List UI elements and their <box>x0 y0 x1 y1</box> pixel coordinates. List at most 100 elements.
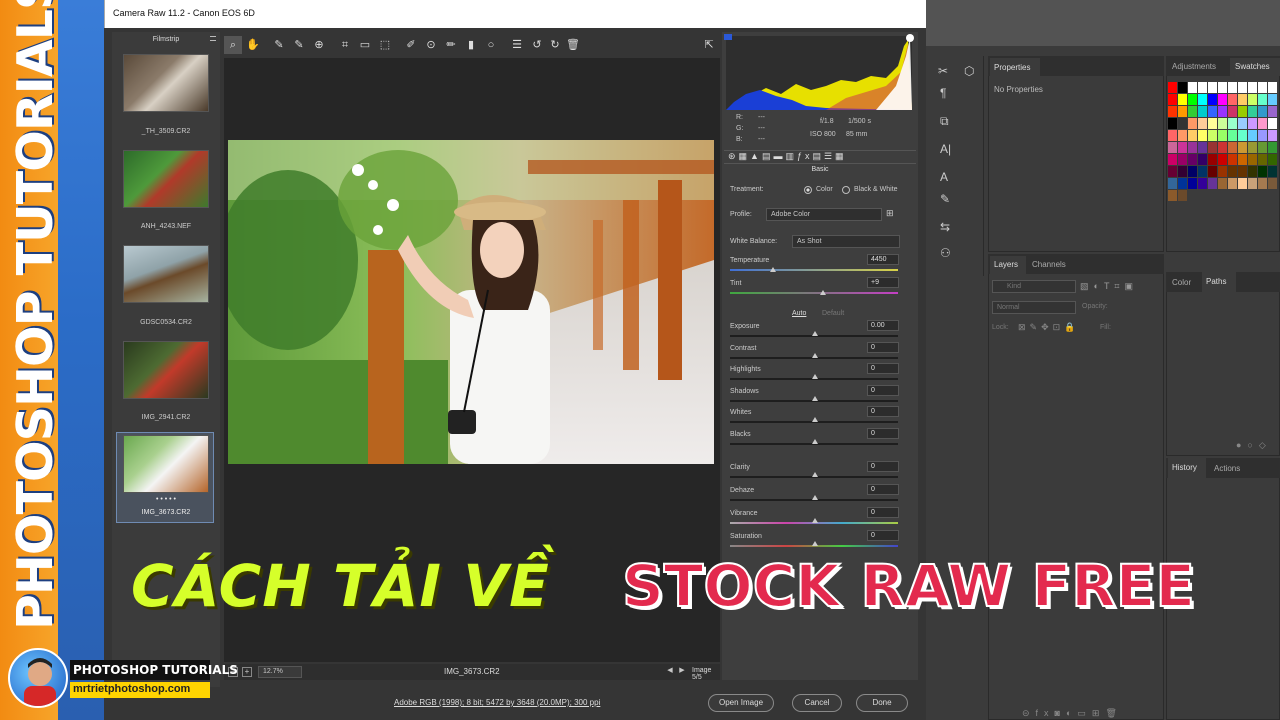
swatch[interactable] <box>1198 142 1207 153</box>
workflow-options-link[interactable]: Adobe RGB (1998); 8 bit; 5472 by 3648 (2… <box>394 698 600 707</box>
swatch[interactable] <box>1168 190 1177 201</box>
swatch[interactable] <box>1198 130 1207 141</box>
swatch[interactable] <box>1228 118 1237 129</box>
swatch[interactable] <box>1238 178 1247 189</box>
filmstrip-menu-icon[interactable] <box>210 36 216 41</box>
swatch[interactable] <box>1208 130 1217 141</box>
tab-color[interactable]: Color <box>1172 278 1191 287</box>
swatch[interactable] <box>1268 142 1277 153</box>
swatch[interactable] <box>1188 154 1197 165</box>
highlight-clipping-icon[interactable] <box>906 34 914 42</box>
swatch[interactable] <box>1178 190 1187 201</box>
delete-icon[interactable]: 🗑 <box>564 36 582 54</box>
character-icon[interactable]: A| <box>940 142 951 156</box>
swatch[interactable] <box>1258 130 1267 141</box>
swatch[interactable] <box>1258 166 1267 177</box>
swatch[interactable] <box>1178 106 1187 117</box>
thumbnail-5[interactable] <box>123 435 209 493</box>
swatch[interactable] <box>1168 106 1177 117</box>
swatch[interactable] <box>1208 166 1217 177</box>
hand-tool-icon[interactable]: ✋ <box>244 36 262 54</box>
swatch[interactable] <box>1208 106 1217 117</box>
swatch[interactable] <box>1178 82 1187 93</box>
dehaze-knob[interactable] <box>812 495 818 500</box>
swatch[interactable] <box>1258 82 1267 93</box>
swatch[interactable] <box>1168 142 1177 153</box>
glyphs-icon[interactable]: A <box>940 170 948 184</box>
swatch[interactable] <box>1188 130 1197 141</box>
swatch[interactable] <box>1258 118 1267 129</box>
adjustment-brush-icon[interactable]: ✏ <box>442 36 460 54</box>
swatch[interactable] <box>1268 166 1277 177</box>
swatch[interactable] <box>1228 130 1237 141</box>
swatch[interactable] <box>1208 154 1217 165</box>
tint-value[interactable]: +9 <box>867 277 899 288</box>
swatch-grid[interactable] <box>1166 82 1280 222</box>
tab-layers[interactable]: Layers <box>990 256 1026 274</box>
clone-source-icon[interactable]: ⧉ <box>940 114 949 129</box>
tab-actions[interactable]: Actions <box>1214 464 1240 473</box>
swatch[interactable] <box>1248 154 1257 165</box>
spot-removal-icon[interactable]: ✐ <box>402 36 420 54</box>
clarity-knob[interactable] <box>812 472 818 477</box>
layer-filter-icons[interactable]: ▧◐T⌗▣ <box>1080 281 1138 292</box>
swatch[interactable] <box>1218 82 1227 93</box>
swatch[interactable] <box>1238 106 1247 117</box>
cancel-button[interactable]: Cancel <box>792 694 842 712</box>
swatch[interactable] <box>1238 118 1247 129</box>
swatch[interactable] <box>1168 94 1177 105</box>
transform-tool-icon[interactable]: ⬚ <box>376 36 394 54</box>
exposure-value[interactable]: 0.00 <box>867 320 899 331</box>
swatch[interactable] <box>1168 118 1177 129</box>
swatch[interactable] <box>1248 142 1257 153</box>
thumbnail-2[interactable] <box>123 150 209 208</box>
highlights-value[interactable]: 0 <box>867 363 899 374</box>
swatch[interactable] <box>1198 82 1207 93</box>
swatch[interactable] <box>1238 130 1247 141</box>
swatch[interactable] <box>1268 106 1277 117</box>
swatch[interactable] <box>1218 130 1227 141</box>
tint-knob[interactable] <box>820 290 826 295</box>
swatch[interactable] <box>1228 166 1237 177</box>
swatch[interactable] <box>1248 82 1257 93</box>
tab-properties[interactable]: Properties <box>990 58 1040 76</box>
saturation-value[interactable]: 0 <box>867 530 899 541</box>
highlights-knob[interactable] <box>812 374 818 379</box>
swatch[interactable] <box>1208 94 1217 105</box>
lock-icons[interactable]: ⊠✎✥⊡🔒 <box>1018 322 1079 333</box>
swatch[interactable] <box>1258 94 1267 105</box>
swatch[interactable] <box>1178 142 1187 153</box>
swatch[interactable] <box>1238 166 1247 177</box>
graduated-filter-icon[interactable]: ▮ <box>462 36 480 54</box>
swatch[interactable] <box>1228 94 1237 105</box>
layer-kind-filter[interactable]: Kind <box>992 280 1076 293</box>
swatch[interactable] <box>1208 118 1217 129</box>
swatch[interactable] <box>1268 154 1277 165</box>
swatch[interactable] <box>1198 94 1207 105</box>
swatch[interactable] <box>1268 118 1277 129</box>
blend-mode-select[interactable]: Normal <box>992 301 1076 314</box>
tools-icon[interactable]: ✂ <box>938 64 948 78</box>
brush-settings-icon[interactable]: ✎ <box>940 192 950 206</box>
contrast-value[interactable]: 0 <box>867 342 899 353</box>
preferences-icon[interactable]: ☰ <box>508 36 526 54</box>
swatch[interactable] <box>1258 154 1267 165</box>
shadows-value[interactable]: 0 <box>867 385 899 396</box>
profile-select[interactable]: Adobe Color <box>766 208 882 221</box>
swatch[interactable] <box>1178 94 1187 105</box>
bw-radio[interactable] <box>842 186 850 194</box>
swatch[interactable] <box>1238 82 1247 93</box>
swatch[interactable] <box>1198 118 1207 129</box>
temperature-knob[interactable] <box>770 267 776 272</box>
swatch[interactable] <box>1218 142 1227 153</box>
swatch[interactable] <box>1168 166 1177 177</box>
swatch[interactable] <box>1268 94 1277 105</box>
swatch[interactable] <box>1248 166 1257 177</box>
tint-slider[interactable] <box>730 292 898 294</box>
panel-tab-icons[interactable]: ⊛▦▲▤▬▥ƒx▤☰▦ <box>724 150 916 164</box>
prev-image-icon[interactable]: ◀ <box>664 666 676 678</box>
zoom-level-select[interactable]: 12.7% <box>258 666 302 678</box>
straighten-tool-icon[interactable]: ▭ <box>356 36 374 54</box>
targeted-adjustment-icon[interactable]: ⊕ <box>310 36 328 54</box>
shadows-knob[interactable] <box>812 396 818 401</box>
